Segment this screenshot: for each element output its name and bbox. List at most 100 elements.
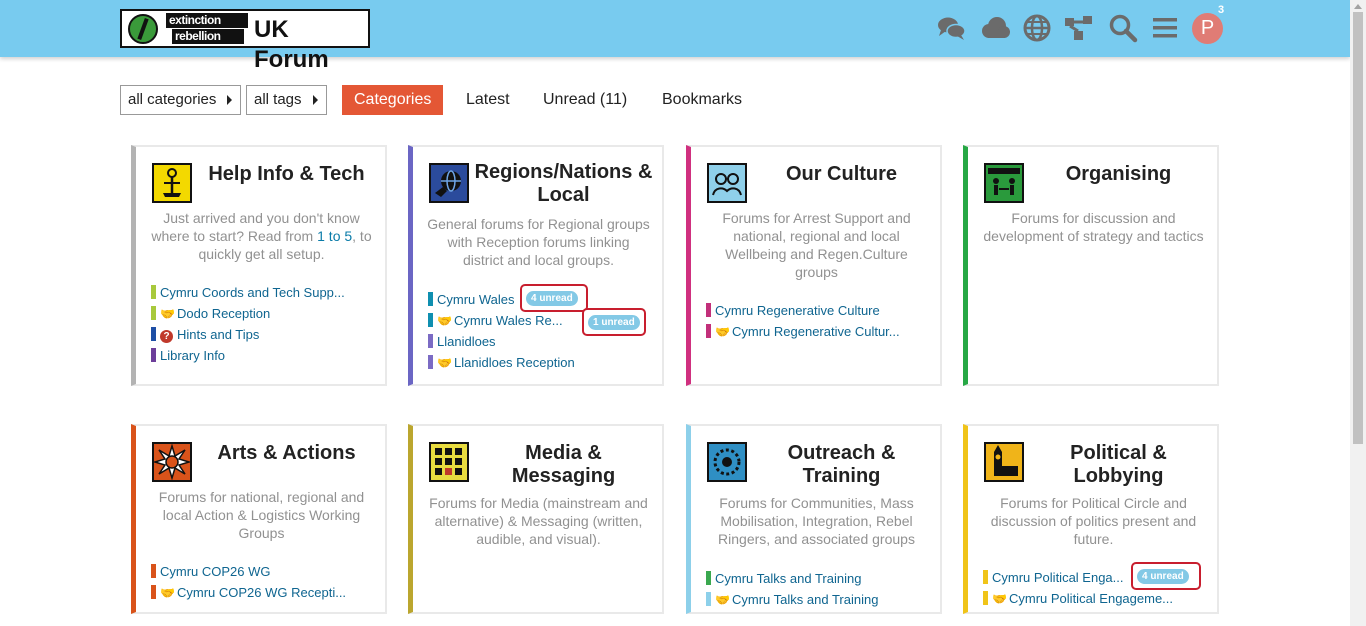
subcategory-color-bar — [706, 324, 711, 338]
globe-hand-icon — [429, 163, 469, 203]
sitemap-icon[interactable] — [1063, 13, 1093, 43]
scroll-up-arrow-icon[interactable] — [1354, 4, 1362, 9]
caret-right-icon — [313, 95, 318, 105]
user-avatar[interactable]: P — [1192, 13, 1223, 44]
subcategory-color-bar — [151, 348, 156, 362]
subcategory-color-bar — [151, 306, 156, 320]
subcategory-name[interactable]: Cymru COP26 WG Recepti... — [177, 585, 346, 600]
category-dropdown[interactable]: all categories — [120, 85, 241, 115]
handshake-icon: 🤝 — [992, 592, 1007, 606]
site-logo[interactable]: extinction rebellion UK Forum — [120, 9, 370, 73]
tag-dropdown[interactable]: all tags — [246, 85, 327, 115]
category-card-our-culture[interactable]: Our Culture Forums for Arrest Support an… — [686, 145, 942, 386]
extinction-symbol-icon — [128, 14, 158, 44]
handshake-icon: 🤝 — [715, 593, 730, 607]
tab-categories[interactable]: Categories — [342, 85, 444, 115]
category-description: Forums for national, regional and local … — [158, 489, 365, 541]
organising-people-icon — [984, 163, 1024, 203]
subcategory-item[interactable]: Cymru COP26 WG — [151, 561, 377, 582]
category-title[interactable]: Political & Lobbying — [1028, 442, 1209, 488]
subcategory-color-bar — [151, 585, 156, 599]
category-title[interactable]: Our Culture — [751, 163, 932, 186]
subcategory-name[interactable]: Cymru COP26 WG — [160, 564, 271, 579]
subcategory-color-bar — [706, 592, 711, 606]
subcategory-name[interactable]: Cymru Talks and Training — [715, 571, 861, 586]
subcategory-item[interactable]: Cymru Talks and Training — [706, 568, 932, 589]
subcategory-name[interactable]: Cymru Political Enga... — [992, 570, 1124, 585]
subcategory-name[interactable]: Cymru Wales — [437, 292, 515, 307]
subcategory-item[interactable]: 🤝 Cymru COP26 WG Recepti... — [151, 582, 377, 603]
subcategory-item[interactable]: 🤝 Dodo Reception — [151, 303, 377, 324]
arts-burst-icon — [152, 442, 192, 482]
category-title[interactable]: Help Info & Tech — [196, 163, 377, 186]
notification-count: 3 — [1218, 4, 1225, 16]
subcategory-color-bar — [428, 313, 433, 327]
scrollbar[interactable] — [1350, 0, 1366, 626]
category-card-arts-actions[interactable]: Arts & Actions Forums for national, regi… — [131, 424, 387, 614]
subcategory-color-bar — [983, 591, 988, 605]
subcategory-item[interactable]: Cymru Regenerative Culture — [706, 300, 932, 321]
category-card-regions-nations-local[interactable]: Regions/Nations & Local General forums f… — [408, 145, 664, 386]
subcategory-name[interactable]: Cymru Regenerative Culture — [715, 303, 880, 318]
subcategory-color-bar — [428, 292, 433, 306]
logo-title: UK Forum — [254, 16, 329, 73]
category-card-outreach-training[interactable]: Outreach & Training Forums for Communiti… — [686, 424, 942, 614]
hamburger-icon[interactable] — [1150, 13, 1180, 43]
question-icon: ? — [160, 330, 173, 343]
subcategory-item[interactable]: Library Info — [151, 345, 377, 366]
subcategory-color-bar — [706, 571, 711, 585]
unread-badge-highlight[interactable]: 4 unread — [1131, 562, 1201, 590]
handshake-icon: 🤝 — [437, 314, 452, 328]
subcategory-item[interactable]: 🤝 Cymru Talks and Training — [706, 589, 932, 610]
subcategory-color-bar — [151, 285, 156, 299]
subcategory-color-bar — [151, 564, 156, 578]
subcategory-name[interactable]: Llanidloes Reception — [454, 355, 575, 370]
subcategory-item[interactable]: ? Hints and Tips — [151, 324, 377, 345]
category-title[interactable]: Arts & Actions — [196, 442, 377, 465]
subcategory-name[interactable]: Cymru Wales Re... — [454, 313, 563, 328]
category-title[interactable]: Organising — [1028, 163, 1209, 186]
subcategory-name[interactable]: Cymru Coords and Tech Supp... — [160, 285, 345, 300]
cloud-icon[interactable] — [978, 13, 1012, 43]
subcategory-name[interactable]: Cymru Talks and Training — [732, 592, 878, 607]
subcategory-color-bar — [428, 355, 433, 369]
tab-unread[interactable]: Unread (11) — [543, 85, 627, 115]
subcategory-list: Cymru Regenerative Culture 🤝 Cymru Regene… — [706, 300, 932, 342]
category-description: Forums for Arrest Support and national, … — [722, 210, 911, 280]
unread-badge-highlight[interactable]: 1 unread — [582, 308, 646, 336]
category-title[interactable]: Media & Messaging — [473, 442, 654, 488]
globe-icon[interactable] — [1022, 13, 1052, 43]
tab-latest[interactable]: Latest — [466, 85, 510, 115]
big-ben-icon — [984, 442, 1024, 482]
subcategory-item[interactable]: 🤝 Llanidloes Reception — [428, 352, 654, 373]
category-card-organising[interactable]: Organising Forums for discussion and dev… — [963, 145, 1219, 386]
subcategory-list: Cymru COP26 WG 🤝 Cymru COP26 WG Recepti..… — [151, 561, 377, 603]
subcategory-name[interactable]: Hints and Tips — [177, 327, 259, 342]
subcategory-name[interactable]: Dodo Reception — [177, 306, 270, 321]
logo-line-2: rebellion — [172, 29, 244, 44]
subcategory-item[interactable]: 🤝 Cymru Regenerative Cultur... — [706, 321, 932, 342]
subcategory-name[interactable]: Cymru Political Engageme... — [1009, 591, 1173, 606]
subcategory-name[interactable]: Cymru Regenerative Cultur... — [732, 324, 900, 339]
subcategory-list: Cymru Talks and Training 🤝 Cymru Talks an… — [706, 568, 932, 610]
unread-badge-highlight[interactable]: 4 unread — [520, 284, 588, 312]
steps-link[interactable]: 1 to 5 — [317, 228, 352, 244]
category-card-political-lobbying[interactable]: Political & Lobbying Forums for Politica… — [963, 424, 1219, 614]
unread-badge[interactable]: 4 unread — [526, 291, 578, 306]
subcategory-name[interactable]: Library Info — [160, 348, 225, 363]
subcategory-item[interactable]: Cymru Coords and Tech Supp... — [151, 282, 377, 303]
category-title[interactable]: Regions/Nations & Local — [473, 161, 654, 207]
subcategory-name[interactable]: Llanidloes — [437, 334, 496, 349]
tab-bookmarks[interactable]: Bookmarks — [662, 85, 742, 115]
category-dropdown-label: all categories — [128, 91, 217, 108]
search-icon[interactable] — [1108, 13, 1138, 43]
unread-badge[interactable]: 1 unread — [588, 315, 640, 330]
subcategory-color-bar — [983, 570, 988, 584]
category-title[interactable]: Outreach & Training — [751, 442, 932, 488]
category-card-media-messaging[interactable]: Media & Messaging Forums for Media (main… — [408, 424, 664, 614]
scroll-thumb[interactable] — [1353, 12, 1363, 444]
unread-badge[interactable]: 4 unread — [1137, 569, 1189, 584]
chat-icon[interactable] — [936, 13, 966, 43]
category-card-help-info-tech[interactable]: Help Info & Tech Just arrived and you do… — [131, 145, 387, 386]
subcategory-item[interactable]: 🤝 Cymru Political Engageme... — [983, 588, 1209, 609]
